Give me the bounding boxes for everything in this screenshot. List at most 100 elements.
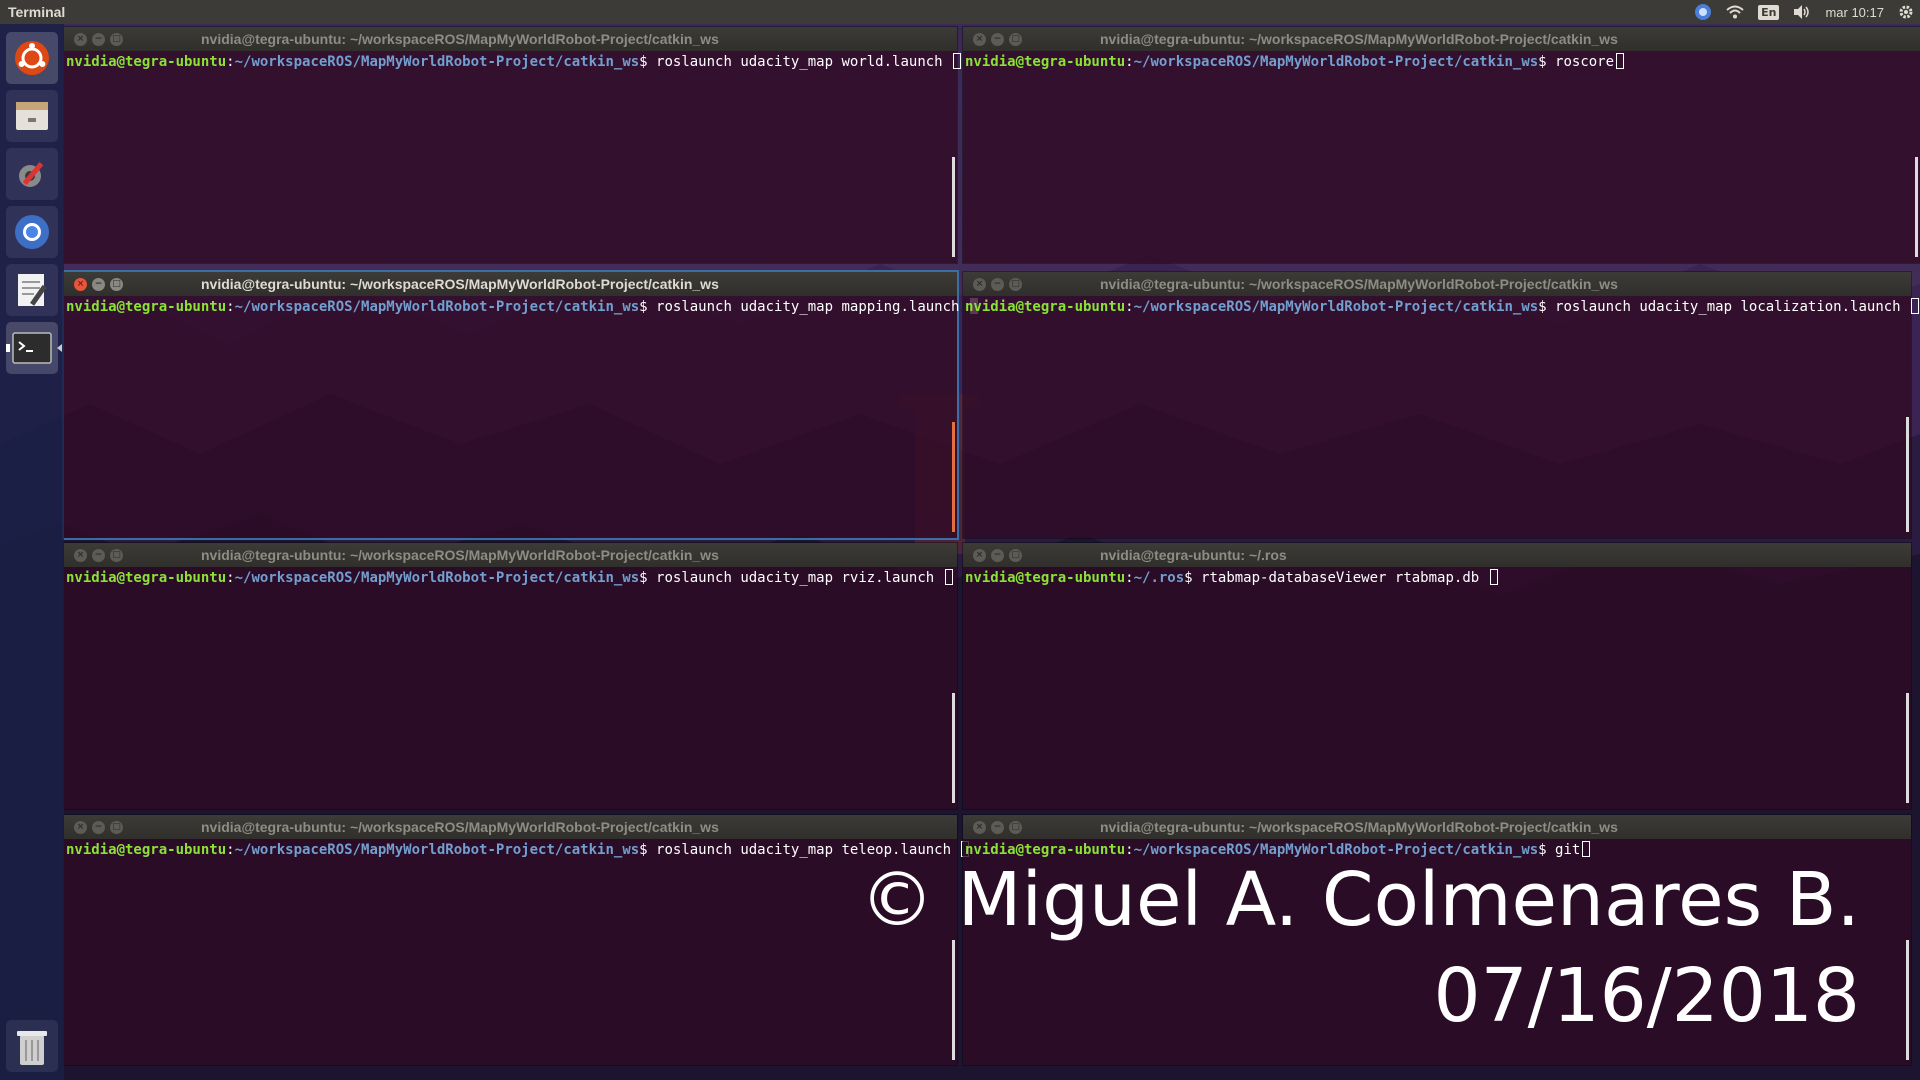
prompt-user: nvidia@tegra-ubuntu [66, 570, 227, 586]
command-text: rtabmap-databaseViewer rtabmap.db [1201, 570, 1488, 586]
chromium-icon[interactable] [6, 206, 58, 258]
terminal-window[interactable]: × − □ nvidia@tegra-ubuntu: ~/workspaceROS/… [64, 815, 970, 1065]
window-title: nvidia@tegra-ubuntu: ~/workspaceROS/MapM… [201, 31, 719, 47]
terminal-output[interactable]: nvidia@tegra-ubuntu:~/workspaceROS/MapMy… [963, 296, 1920, 318]
terminal-window[interactable]: × − □ nvidia@tegra-ubuntu: ~/.ros nvidia@t… [963, 543, 1911, 809]
window-title: nvidia@tegra-ubuntu: ~/workspaceROS/MapM… [201, 547, 719, 563]
prompt-user: nvidia@tegra-ubuntu [66, 299, 227, 315]
maximize-icon[interactable]: □ [1009, 277, 1022, 291]
command-text: roslaunch udacity_map localization.launc… [1555, 299, 1910, 315]
close-icon[interactable]: × [973, 820, 986, 834]
scrollbar[interactable] [1915, 157, 1918, 257]
maximize-icon[interactable]: □ [1009, 32, 1022, 46]
prompt-user: nvidia@tegra-ubuntu [965, 54, 1126, 70]
command-text: roslaunch udacity_map mapping.launch [656, 299, 968, 315]
scrollbar[interactable] [952, 422, 955, 532]
terminal-window[interactable]: × − □ nvidia@tegra-ubuntu: ~/workspaceROS/… [963, 27, 1920, 263]
maximize-icon[interactable]: □ [110, 277, 123, 291]
window-titlebar[interactable]: × − □ nvidia@tegra-ubuntu: ~/workspaceROS/… [963, 27, 1920, 51]
files-icon[interactable] [6, 90, 58, 142]
watermark-author: © Miguel A. Colmenares B. [860, 857, 1860, 943]
terminal-window[interactable]: × − □ nvidia@tegra-ubuntu: ~/workspaceROS/… [963, 272, 1920, 538]
scrollbar[interactable] [952, 157, 955, 257]
prompt-user: nvidia@tegra-ubuntu [66, 842, 227, 858]
scrollbar[interactable] [1906, 417, 1909, 532]
prompt-path: ~/workspaceROS/MapMyWorldRobot-Project/c… [234, 299, 640, 315]
window-titlebar[interactable]: × − □ nvidia@tegra-ubuntu: ~/workspaceROS/… [64, 27, 957, 51]
prompt-user: nvidia@tegra-ubuntu [965, 299, 1126, 315]
window-titlebar[interactable]: × − □ nvidia@tegra-ubuntu: ~/workspaceROS/… [963, 272, 1911, 296]
prompt-path: ~/workspaceROS/MapMyWorldRobot-Project/c… [234, 842, 640, 858]
window-titlebar[interactable]: × − □ nvidia@tegra-ubuntu: ~/workspaceROS/… [64, 272, 957, 296]
prompt-path: ~/workspaceROS/MapMyWorldRobot-Project/c… [234, 570, 640, 586]
scrollbar[interactable] [1906, 940, 1909, 1060]
text-editor-icon[interactable] [6, 264, 58, 316]
close-icon[interactable]: × [973, 277, 986, 291]
terminal-output[interactable]: nvidia@tegra-ubuntu:~/workspaceROS/MapMy… [963, 51, 1920, 73]
terminal-window-focused[interactable]: × − □ nvidia@tegra-ubuntu: ~/workspaceROS/… [64, 272, 978, 538]
watermark: © Miguel A. Colmenares B. 07/16/2018 [860, 852, 1860, 1044]
maximize-icon[interactable]: □ [110, 548, 123, 562]
terminal-window[interactable]: × − □ nvidia@tegra-ubuntu: ~/workspaceROS/… [64, 543, 957, 809]
prompt-user: nvidia@tegra-ubuntu [965, 570, 1126, 586]
ubuntu-logo-icon[interactable] [6, 32, 58, 84]
window-title: nvidia@tegra-ubuntu: ~/.ros [1100, 547, 1287, 563]
chromium-icon[interactable] [1694, 3, 1712, 21]
scrollbar[interactable] [952, 693, 955, 803]
close-icon[interactable]: × [74, 820, 87, 834]
minimize-icon[interactable]: − [92, 32, 105, 46]
prompt-path: ~/.ros [1133, 570, 1185, 586]
system-settings-icon[interactable] [6, 148, 58, 200]
close-icon[interactable]: × [973, 32, 986, 46]
command-text: roscore [1555, 54, 1615, 70]
cursor [1616, 53, 1625, 69]
prompt-path: ~/workspaceROS/MapMyWorldRobot-Project/c… [1133, 54, 1539, 70]
window-titlebar[interactable]: × − □ nvidia@tegra-ubuntu: ~/workspaceROS/… [963, 815, 1911, 839]
maximize-icon[interactable]: □ [1009, 548, 1022, 562]
window-title: nvidia@tegra-ubuntu: ~/workspaceROS/MapM… [1100, 276, 1618, 292]
terminal-output[interactable]: nvidia@tegra-ubuntu:~/workspaceROS/MapMy… [64, 567, 957, 589]
terminal-output[interactable]: nvidia@tegra-ubuntu:~/.ros$ rtabmap-data… [963, 567, 1911, 589]
window-titlebar[interactable]: × − □ nvidia@tegra-ubuntu: ~/workspaceROS/… [64, 543, 957, 567]
scrollbar[interactable] [1906, 693, 1909, 803]
terminal-window[interactable]: × − □ nvidia@tegra-ubuntu: ~/workspaceROS/… [64, 27, 962, 263]
minimize-icon[interactable]: − [991, 277, 1004, 291]
minimize-icon[interactable]: − [991, 820, 1004, 834]
maximize-icon[interactable]: □ [110, 820, 123, 834]
command-text: roslaunch udacity_map world.launch [656, 54, 952, 70]
keyboard-layout-badge: En [1758, 4, 1780, 20]
close-icon[interactable]: × [74, 277, 87, 291]
terminal-icon[interactable] [6, 322, 62, 374]
close-icon[interactable]: × [973, 548, 986, 562]
cursor [1489, 569, 1498, 585]
volume-icon[interactable] [1793, 4, 1811, 20]
minimize-icon[interactable]: − [991, 32, 1004, 46]
cursor [944, 569, 953, 585]
window-titlebar[interactable]: × − □ nvidia@tegra-ubuntu: ~/workspaceROS/… [64, 815, 957, 839]
cursor [1911, 298, 1920, 314]
command-text: roslaunch udacity_map rviz.launch [656, 570, 943, 586]
maximize-icon[interactable]: □ [110, 32, 123, 46]
trash-icon[interactable] [6, 1020, 58, 1072]
minimize-icon[interactable]: − [92, 548, 105, 562]
maximize-icon[interactable]: □ [1009, 820, 1022, 834]
launcher [0, 24, 64, 1080]
window-title: nvidia@tegra-ubuntu: ~/workspaceROS/MapM… [201, 819, 719, 835]
close-icon[interactable]: × [74, 548, 87, 562]
keyboard-icon[interactable]: En [1758, 4, 1780, 20]
prompt-path: ~/workspaceROS/MapMyWorldRobot-Project/c… [1133, 299, 1539, 315]
minimize-icon[interactable]: − [991, 548, 1004, 562]
terminal-output[interactable]: nvidia@tegra-ubuntu:~/workspaceROS/MapMy… [64, 839, 970, 861]
minimize-icon[interactable]: − [92, 820, 105, 834]
clock[interactable]: mar 10:17 [1825, 5, 1884, 20]
wifi-icon[interactable] [1726, 5, 1744, 19]
terminal-output[interactable]: nvidia@tegra-ubuntu:~/workspaceROS/MapMy… [64, 296, 978, 318]
terminal-output[interactable]: nvidia@tegra-ubuntu:~/workspaceROS/MapMy… [64, 51, 962, 73]
gear-icon[interactable] [1898, 4, 1914, 20]
minimize-icon[interactable]: − [92, 277, 105, 291]
prompt-path: ~/workspaceROS/MapMyWorldRobot-Project/c… [234, 54, 640, 70]
window-title: nvidia@tegra-ubuntu: ~/workspaceROS/MapM… [201, 276, 719, 292]
window-titlebar[interactable]: × − □ nvidia@tegra-ubuntu: ~/.ros [963, 543, 1911, 567]
close-icon[interactable]: × [74, 32, 87, 46]
window-title: nvidia@tegra-ubuntu: ~/workspaceROS/MapM… [1100, 31, 1618, 47]
